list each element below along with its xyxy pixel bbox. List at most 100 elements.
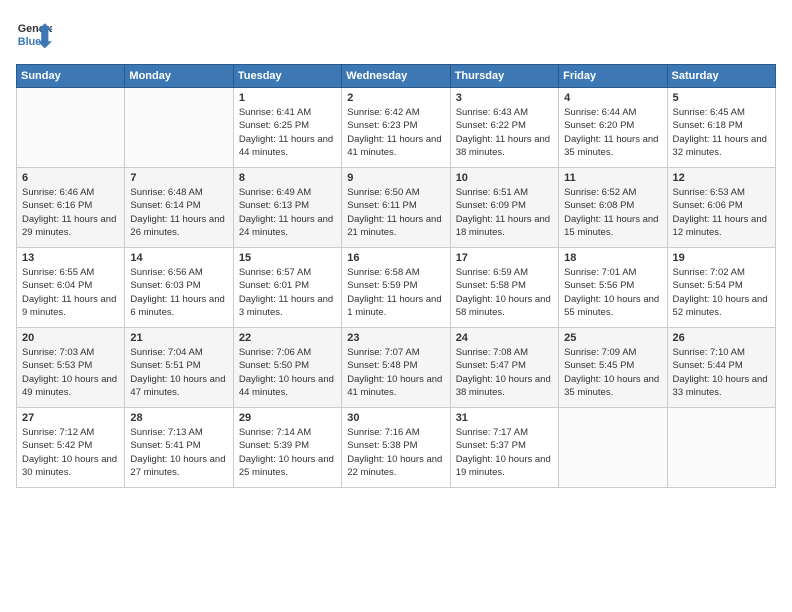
day-detail: Sunrise: 6:42 AMSunset: 6:23 PMDaylight:… [347, 106, 444, 159]
day-number: 4 [564, 92, 661, 104]
day-detail: Sunrise: 6:59 AMSunset: 5:58 PMDaylight:… [456, 266, 553, 319]
day-detail: Sunrise: 7:12 AMSunset: 5:42 PMDaylight:… [22, 426, 119, 479]
calendar-day-cell: 26 Sunrise: 7:10 AMSunset: 5:44 PMDaylig… [667, 328, 775, 408]
calendar-day-cell: 5 Sunrise: 6:45 AMSunset: 6:18 PMDayligh… [667, 88, 775, 168]
day-detail: Sunrise: 6:46 AMSunset: 6:16 PMDaylight:… [22, 186, 119, 239]
calendar-week-row: 1 Sunrise: 6:41 AMSunset: 6:25 PMDayligh… [17, 88, 776, 168]
day-number: 11 [564, 172, 661, 184]
calendar-day-cell: 28 Sunrise: 7:13 AMSunset: 5:41 PMDaylig… [125, 408, 233, 488]
calendar-week-row: 13 Sunrise: 6:55 AMSunset: 6:04 PMDaylig… [17, 248, 776, 328]
day-detail: Sunrise: 7:03 AMSunset: 5:53 PMDaylight:… [22, 346, 119, 399]
calendar-week-row: 27 Sunrise: 7:12 AMSunset: 5:42 PMDaylig… [17, 408, 776, 488]
weekday-header: Friday [559, 65, 667, 88]
calendar-day-cell: 12 Sunrise: 6:53 AMSunset: 6:06 PMDaylig… [667, 168, 775, 248]
day-number: 5 [673, 92, 770, 104]
day-detail: Sunrise: 6:43 AMSunset: 6:22 PMDaylight:… [456, 106, 553, 159]
day-number: 27 [22, 412, 119, 424]
calendar-day-cell: 13 Sunrise: 6:55 AMSunset: 6:04 PMDaylig… [17, 248, 125, 328]
calendar-day-cell: 24 Sunrise: 7:08 AMSunset: 5:47 PMDaylig… [450, 328, 558, 408]
day-detail: Sunrise: 6:58 AMSunset: 5:59 PMDaylight:… [347, 266, 444, 319]
calendar-day-cell: 11 Sunrise: 6:52 AMSunset: 6:08 PMDaylig… [559, 168, 667, 248]
day-number: 30 [347, 412, 444, 424]
day-detail: Sunrise: 6:41 AMSunset: 6:25 PMDaylight:… [239, 106, 336, 159]
day-number: 14 [130, 252, 227, 264]
day-number: 16 [347, 252, 444, 264]
calendar-day-cell: 2 Sunrise: 6:42 AMSunset: 6:23 PMDayligh… [342, 88, 450, 168]
day-detail: Sunrise: 6:55 AMSunset: 6:04 PMDaylight:… [22, 266, 119, 319]
day-detail: Sunrise: 7:10 AMSunset: 5:44 PMDaylight:… [673, 346, 770, 399]
day-number: 26 [673, 332, 770, 344]
day-number: 24 [456, 332, 553, 344]
weekday-header: Wednesday [342, 65, 450, 88]
logo-icon: General Blue [16, 16, 52, 52]
calendar-day-cell: 27 Sunrise: 7:12 AMSunset: 5:42 PMDaylig… [17, 408, 125, 488]
calendar-day-cell [667, 408, 775, 488]
day-number: 23 [347, 332, 444, 344]
day-detail: Sunrise: 7:06 AMSunset: 5:50 PMDaylight:… [239, 346, 336, 399]
calendar-day-cell: 21 Sunrise: 7:04 AMSunset: 5:51 PMDaylig… [125, 328, 233, 408]
day-number: 6 [22, 172, 119, 184]
day-number: 22 [239, 332, 336, 344]
day-detail: Sunrise: 7:08 AMSunset: 5:47 PMDaylight:… [456, 346, 553, 399]
calendar-day-cell: 20 Sunrise: 7:03 AMSunset: 5:53 PMDaylig… [17, 328, 125, 408]
day-detail: Sunrise: 7:02 AMSunset: 5:54 PMDaylight:… [673, 266, 770, 319]
day-number: 15 [239, 252, 336, 264]
day-detail: Sunrise: 7:14 AMSunset: 5:39 PMDaylight:… [239, 426, 336, 479]
day-number: 2 [347, 92, 444, 104]
day-number: 10 [456, 172, 553, 184]
day-detail: Sunrise: 7:07 AMSunset: 5:48 PMDaylight:… [347, 346, 444, 399]
weekday-header: Saturday [667, 65, 775, 88]
day-number: 31 [456, 412, 553, 424]
calendar-table: SundayMondayTuesdayWednesdayThursdayFrid… [16, 64, 776, 488]
weekday-header: Monday [125, 65, 233, 88]
day-detail: Sunrise: 7:13 AMSunset: 5:41 PMDaylight:… [130, 426, 227, 479]
svg-text:Blue: Blue [18, 36, 41, 48]
day-number: 29 [239, 412, 336, 424]
calendar-day-cell: 29 Sunrise: 7:14 AMSunset: 5:39 PMDaylig… [233, 408, 341, 488]
day-detail: Sunrise: 6:53 AMSunset: 6:06 PMDaylight:… [673, 186, 770, 239]
calendar-day-cell: 14 Sunrise: 6:56 AMSunset: 6:03 PMDaylig… [125, 248, 233, 328]
day-detail: Sunrise: 7:17 AMSunset: 5:37 PMDaylight:… [456, 426, 553, 479]
day-number: 20 [22, 332, 119, 344]
day-number: 9 [347, 172, 444, 184]
day-detail: Sunrise: 6:56 AMSunset: 6:03 PMDaylight:… [130, 266, 227, 319]
calendar-day-cell: 8 Sunrise: 6:49 AMSunset: 6:13 PMDayligh… [233, 168, 341, 248]
day-detail: Sunrise: 6:49 AMSunset: 6:13 PMDaylight:… [239, 186, 336, 239]
day-number: 13 [22, 252, 119, 264]
calendar-day-cell [125, 88, 233, 168]
calendar-day-cell: 6 Sunrise: 6:46 AMSunset: 6:16 PMDayligh… [17, 168, 125, 248]
calendar-week-row: 6 Sunrise: 6:46 AMSunset: 6:16 PMDayligh… [17, 168, 776, 248]
calendar-day-cell [559, 408, 667, 488]
calendar-day-cell: 17 Sunrise: 6:59 AMSunset: 5:58 PMDaylig… [450, 248, 558, 328]
weekday-header: Sunday [17, 65, 125, 88]
calendar-day-cell: 18 Sunrise: 7:01 AMSunset: 5:56 PMDaylig… [559, 248, 667, 328]
day-number: 21 [130, 332, 227, 344]
day-number: 8 [239, 172, 336, 184]
logo: General Blue [16, 16, 52, 52]
day-number: 3 [456, 92, 553, 104]
day-detail: Sunrise: 6:51 AMSunset: 6:09 PMDaylight:… [456, 186, 553, 239]
calendar-day-cell: 9 Sunrise: 6:50 AMSunset: 6:11 PMDayligh… [342, 168, 450, 248]
calendar-day-cell: 10 Sunrise: 6:51 AMSunset: 6:09 PMDaylig… [450, 168, 558, 248]
day-detail: Sunrise: 6:45 AMSunset: 6:18 PMDaylight:… [673, 106, 770, 159]
calendar-day-cell: 25 Sunrise: 7:09 AMSunset: 5:45 PMDaylig… [559, 328, 667, 408]
calendar-day-cell: 3 Sunrise: 6:43 AMSunset: 6:22 PMDayligh… [450, 88, 558, 168]
calendar-day-cell: 7 Sunrise: 6:48 AMSunset: 6:14 PMDayligh… [125, 168, 233, 248]
day-detail: Sunrise: 6:48 AMSunset: 6:14 PMDaylight:… [130, 186, 227, 239]
day-number: 19 [673, 252, 770, 264]
calendar-day-cell: 23 Sunrise: 7:07 AMSunset: 5:48 PMDaylig… [342, 328, 450, 408]
day-number: 25 [564, 332, 661, 344]
calendar-day-cell: 22 Sunrise: 7:06 AMSunset: 5:50 PMDaylig… [233, 328, 341, 408]
calendar-day-cell: 15 Sunrise: 6:57 AMSunset: 6:01 PMDaylig… [233, 248, 341, 328]
day-detail: Sunrise: 6:50 AMSunset: 6:11 PMDaylight:… [347, 186, 444, 239]
calendar-day-cell: 31 Sunrise: 7:17 AMSunset: 5:37 PMDaylig… [450, 408, 558, 488]
day-number: 7 [130, 172, 227, 184]
calendar-day-cell: 1 Sunrise: 6:41 AMSunset: 6:25 PMDayligh… [233, 88, 341, 168]
weekday-header: Thursday [450, 65, 558, 88]
day-detail: Sunrise: 6:57 AMSunset: 6:01 PMDaylight:… [239, 266, 336, 319]
calendar-day-cell: 16 Sunrise: 6:58 AMSunset: 5:59 PMDaylig… [342, 248, 450, 328]
calendar-day-cell: 19 Sunrise: 7:02 AMSunset: 5:54 PMDaylig… [667, 248, 775, 328]
day-number: 12 [673, 172, 770, 184]
calendar-day-cell [17, 88, 125, 168]
day-detail: Sunrise: 7:16 AMSunset: 5:38 PMDaylight:… [347, 426, 444, 479]
